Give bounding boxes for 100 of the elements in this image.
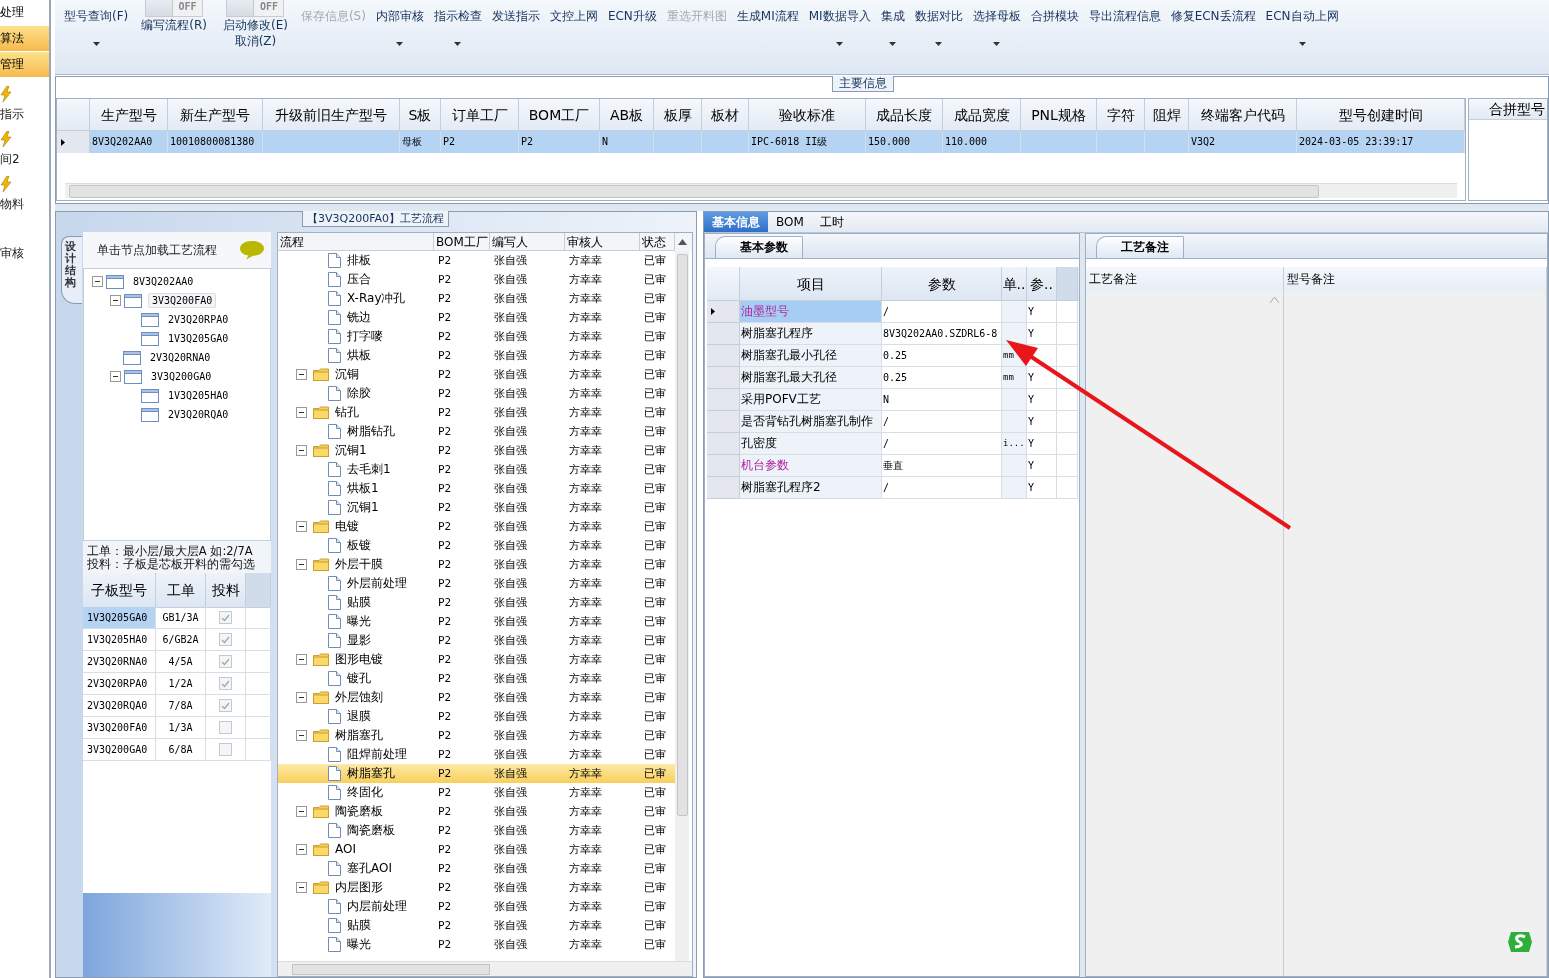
collapse-toggle[interactable] [296, 844, 307, 855]
row-header[interactable] [57, 131, 90, 153]
table-row[interactable]: 陶瓷磨板 P2 张自强 方幸幸 已审 [278, 821, 675, 840]
table-row[interactable]: 外层干膜 P2 张自强 方幸幸 已审 [278, 555, 675, 574]
column-header[interactable]: 流程 [278, 233, 434, 251]
table-row[interactable]: 内层前处理 P2 张自强 方幸幸 已审 [278, 897, 675, 916]
table-row[interactable]: 板镀 P2 张自强 方幸幸 已审 [278, 536, 675, 555]
tab[interactable]: BOM [768, 212, 812, 232]
toolbar-button[interactable]: 内部审核 [370, 0, 429, 60]
toolbar-button[interactable]: ECN自动上网 [1260, 0, 1344, 60]
table-cell[interactable]: 机台参数 [740, 455, 882, 477]
table-row[interactable]: 退膜 P2 张自强 方幸幸 已审 [278, 707, 675, 726]
column-header[interactable]: 审核人 [565, 233, 640, 251]
table-row[interactable]: 内层图形 P2 张自强 方幸幸 已审 [278, 878, 675, 897]
table-cell[interactable]: 油墨型号 [740, 301, 882, 323]
tree-node[interactable]: 1V3Q205GA0 [165, 332, 232, 345]
table-cell[interactable]: 2V3Q20RPA0 [83, 673, 156, 695]
toolbar-button[interactable]: 文控上网 [544, 0, 603, 60]
row-header[interactable] [707, 301, 740, 323]
checkbox[interactable] [219, 633, 232, 646]
toolbar-button[interactable]: 生成MI流程 [731, 0, 804, 60]
table-row[interactable]: 树脂钻孔 P2 张自强 方幸幸 已审 [278, 422, 675, 441]
table-cell[interactable]: 1V3Q205HA0 [83, 629, 156, 651]
table-cell[interactable]: 采用POFV工艺 [740, 389, 882, 411]
toolbar-button[interactable]: 集成 [875, 0, 910, 60]
horizontal-scrollbar[interactable] [65, 183, 1457, 198]
toolbar-button[interactable]: 合拼模块 [1025, 0, 1084, 60]
table-cell[interactable]: 孔密度 [740, 433, 882, 455]
toolbar-button[interactable]: 指示检查 [428, 0, 487, 60]
vertical-scrollbar[interactable] [675, 251, 689, 961]
side-menu-item[interactable]: 算法 [0, 26, 49, 51]
checkbox[interactable] [219, 743, 232, 756]
checkbox[interactable] [219, 721, 232, 734]
side-tab[interactable]: 设计结构 [61, 236, 82, 305]
table-row[interactable]: 除胶 P2 张自强 方幸幸 已审 [278, 384, 675, 403]
side-menu-item[interactable]: 处理 [0, 0, 49, 25]
side-menu-item[interactable]: 管理 [0, 52, 49, 77]
table-row[interactable]: 烘板 P2 张自强 方幸幸 已审 [278, 346, 675, 365]
tree-node[interactable]: 2V3Q20RPA0 [165, 313, 232, 326]
collapse-toggle[interactable] [296, 407, 307, 418]
collapse-toggle[interactable] [92, 276, 103, 287]
table-cell[interactable]: 树脂塞孔最大孔径 [740, 367, 882, 389]
tree-node[interactable]: 2V3Q20RQA0 [165, 408, 232, 421]
collapse-toggle[interactable] [296, 369, 307, 380]
collapse-toggle[interactable] [296, 692, 307, 703]
table-row[interactable]: 贴膜 P2 张自强 方幸幸 已审 [278, 593, 675, 612]
table-row[interactable]: 压合 P2 张自强 方幸幸 已审 [278, 270, 675, 289]
table-cell[interactable]: 树脂塞孔程序2 [740, 477, 882, 499]
table-cell[interactable]: 3V3Q200GA0 [83, 739, 156, 761]
collapse-toggle[interactable] [110, 371, 121, 382]
table-row[interactable]: 去毛刺1 P2 张自强 方幸幸 已审 [278, 460, 675, 479]
table-row[interactable]: 贴膜 P2 张自强 方幸幸 已审 [278, 916, 675, 935]
tab[interactable]: 工艺备注 [1096, 236, 1184, 258]
table-row[interactable]: 钻孔 P2 张自强 方幸幸 已审 [278, 403, 675, 422]
column-header[interactable]: 编写人 [490, 233, 565, 251]
collapse-toggle[interactable] [296, 730, 307, 741]
table-row[interactable]: 沉铜1 P2 张自强 方幸幸 已审 [278, 441, 675, 460]
toolbar-button[interactable]: ECN升级 [602, 0, 662, 60]
collapse-toggle[interactable] [296, 654, 307, 665]
column-header[interactable]: 状态 [640, 233, 675, 251]
collapse-toggle[interactable] [296, 882, 307, 893]
column-header[interactable]: 合拼型号 [1469, 99, 1547, 120]
table-row[interactable]: 外层前处理 P2 张自强 方幸幸 已审 [278, 574, 675, 593]
table-row[interactable]: 镀孔 P2 张自强 方幸幸 已审 [278, 669, 675, 688]
table-cell[interactable]: 3V3Q200FA0 [83, 717, 156, 739]
table-row[interactable]: AOI P2 张自强 方幸幸 已审 [278, 840, 675, 859]
horizontal-scrollbar[interactable] [278, 961, 692, 976]
table-row[interactable]: 树脂塞孔 P2 张自强 方幸幸 已审 [278, 726, 675, 745]
side-task-item[interactable]: 审核 [0, 245, 24, 262]
toolbar-button[interactable]: 数据对比 [909, 0, 968, 60]
table-row[interactable]: X-Ray冲孔 P2 张自强 方幸幸 已审 [278, 289, 675, 308]
tab[interactable]: 基本信息 [704, 212, 768, 232]
table-row[interactable]: 8V3Q202AA0 10010800081380 母板 P2 P2 N IPC-6018 II级 150.000 110.000 V3Q2 2024-03-05 23:39:17 [57, 131, 1465, 153]
table-cell[interactable]: 1V3Q205GA0 [83, 607, 156, 629]
table-row[interactable]: 沉铜 P2 张自强 方幸幸 已审 [278, 365, 675, 384]
tree-node[interactable]: 3V3Q200FA0 [148, 293, 217, 308]
tree-node[interactable]: 8V3Q202AA0 [130, 275, 197, 288]
column-header[interactable]: 工单 [156, 573, 206, 608]
table-row[interactable]: 曝光 P2 张自强 方幸幸 已审 [278, 935, 675, 954]
table-cell[interactable]: 是否背钻孔树脂塞孔制作 [740, 411, 882, 433]
table-row[interactable]: 终固化 P2 张自强 方幸幸 已审 [278, 783, 675, 802]
table-cell[interactable]: 2V3Q20RQA0 [83, 695, 156, 717]
collapse-toggle[interactable] [296, 445, 307, 456]
table-row[interactable]: 沉铜1 P2 张自强 方幸幸 已审 [278, 498, 675, 517]
table-row[interactable]: 电镀 P2 张自强 方幸幸 已审 [278, 517, 675, 536]
toolbar-button[interactable]: 导出流程信息 [1083, 0, 1166, 60]
collapse-toggle[interactable] [296, 521, 307, 532]
checkbox[interactable] [219, 677, 232, 690]
table-row[interactable]: 外层蚀刻 P2 张自强 方幸幸 已审 [278, 688, 675, 707]
table-row[interactable]: 阻焊前处理 P2 张自强 方幸幸 已审 [278, 745, 675, 764]
table-cell[interactable]: 2V3Q20RNA0 [83, 651, 156, 673]
table-row[interactable]: 烘板1 P2 张自强 方幸幸 已审 [278, 479, 675, 498]
toolbar-button[interactable]: 修复ECN丢流程 [1165, 0, 1261, 60]
checkbox[interactable] [219, 611, 232, 624]
tree-node[interactable]: 1V3Q205HA0 [165, 389, 232, 402]
tree-node[interactable]: 2V3Q20RNA0 [147, 351, 214, 364]
table-row[interactable]: 塞孔AOI P2 张自强 方幸幸 已审 [278, 859, 675, 878]
table-row[interactable]: 陶瓷磨板 P2 张自强 方幸幸 已审 [278, 802, 675, 821]
table-cell[interactable]: 树脂塞孔程序 [740, 323, 882, 345]
table-row[interactable]: 打字嘜 P2 张自强 方幸幸 已审 [278, 327, 675, 346]
